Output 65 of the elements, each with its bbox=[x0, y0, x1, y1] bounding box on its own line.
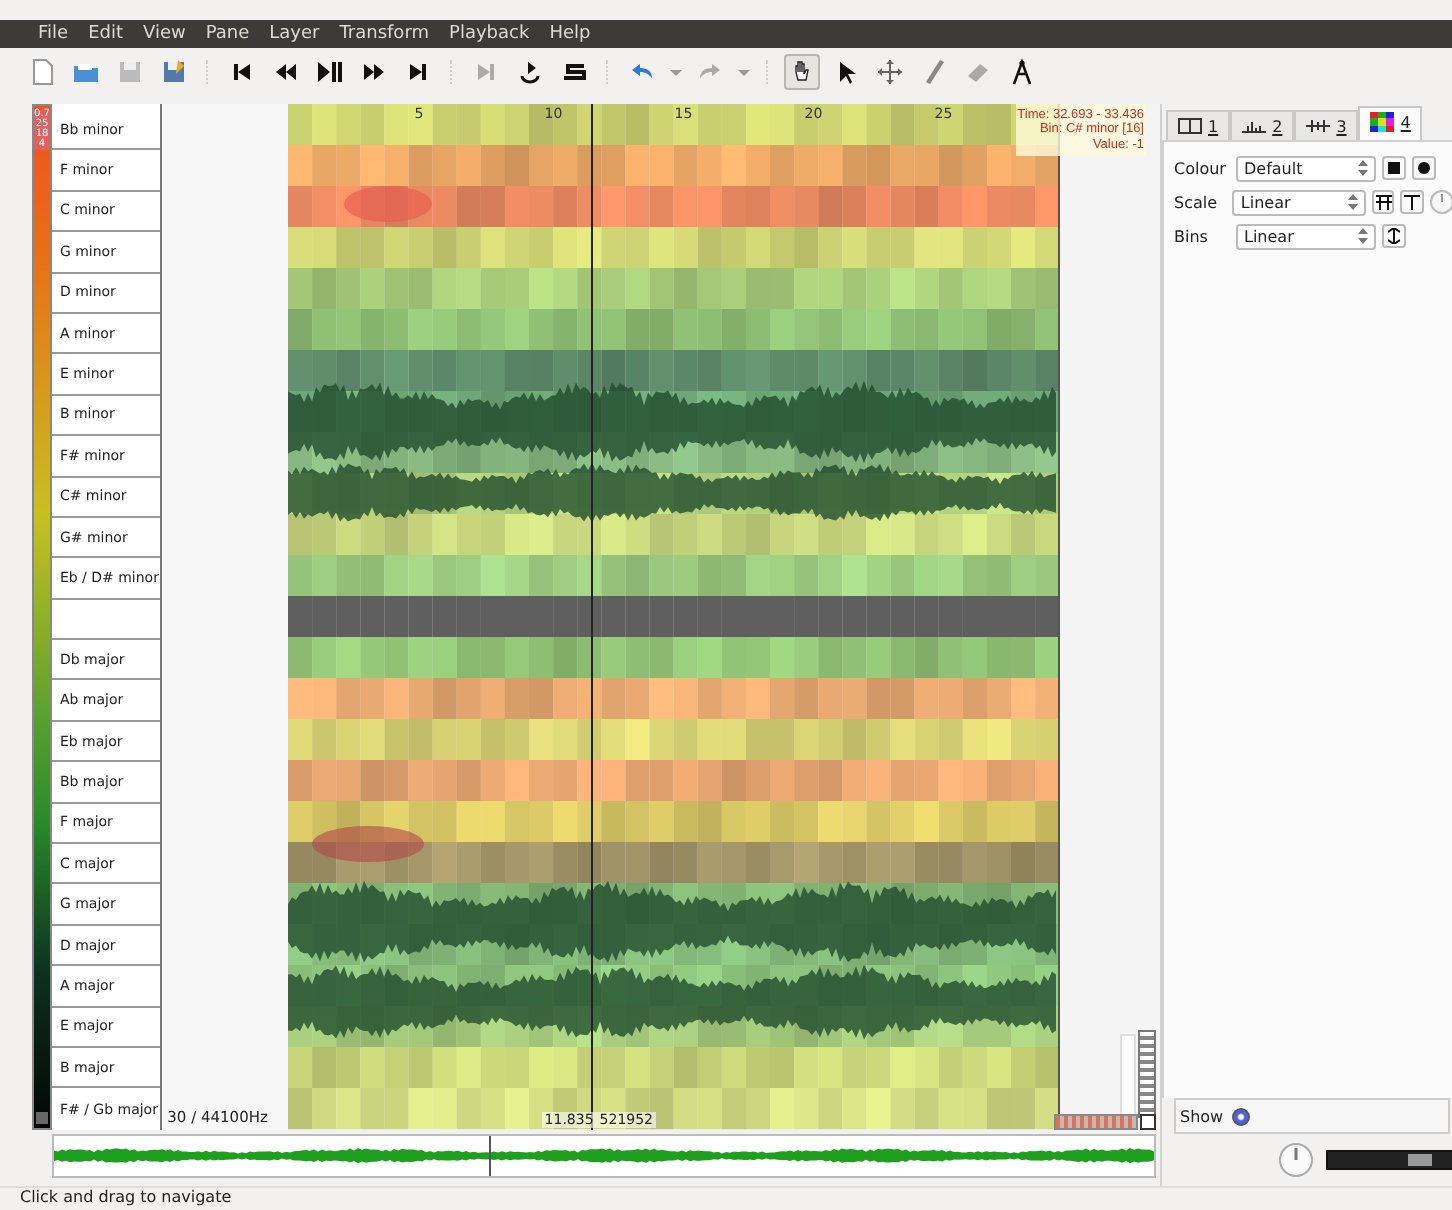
normalize-visible-button[interactable] bbox=[1400, 190, 1424, 214]
menu-item[interactable]: File bbox=[28, 24, 79, 44]
new-document-icon bbox=[28, 58, 56, 86]
caret-icon bbox=[738, 69, 750, 75]
menu-item[interactable]: Layer bbox=[259, 24, 330, 44]
invert-button[interactable] bbox=[1382, 224, 1406, 248]
normalize-button[interactable] bbox=[1371, 190, 1395, 214]
pencil-icon bbox=[920, 58, 948, 86]
menu-item[interactable]: View bbox=[133, 24, 196, 44]
square-icon bbox=[1388, 162, 1400, 174]
save-icon bbox=[116, 58, 144, 86]
move-button[interactable] bbox=[872, 54, 908, 90]
vertical-zoom-thumb[interactable] bbox=[1138, 1030, 1156, 1118]
scale-toggle-icon[interactable] bbox=[36, 1112, 48, 1124]
navigate-tool-button[interactable] bbox=[784, 54, 820, 90]
menu-item[interactable]: Playback bbox=[439, 24, 540, 44]
property-dropdown[interactable]: Default bbox=[1236, 155, 1376, 181]
skip-to-end-icon bbox=[404, 58, 432, 86]
play-selection-icon bbox=[472, 58, 500, 86]
grid-icon bbox=[1370, 112, 1395, 132]
solo-icon bbox=[560, 58, 588, 86]
skip-to-start-icon bbox=[228, 58, 256, 86]
playback-speed-slider[interactable] bbox=[1326, 1150, 1452, 1170]
vertical-arrows-icon bbox=[1388, 228, 1400, 244]
normalize-icon bbox=[1375, 194, 1392, 210]
layer-tab[interactable]: 3 bbox=[1294, 110, 1359, 140]
normalize-icon bbox=[1403, 194, 1420, 210]
zoom-reset-button[interactable] bbox=[1140, 1114, 1156, 1130]
caret-icon bbox=[670, 69, 682, 75]
dot-icon bbox=[1418, 162, 1430, 174]
layer-tab[interactable]: 2 bbox=[1230, 110, 1295, 140]
dropdown-arrows-icon bbox=[1347, 194, 1358, 210]
show-label: Show bbox=[1180, 1107, 1224, 1125]
status-text: Click and drag to navigate bbox=[20, 1188, 232, 1206]
measure-icon bbox=[1008, 58, 1036, 86]
layer-tab[interactable]: 1 bbox=[1166, 110, 1231, 140]
square-button[interactable] bbox=[1382, 156, 1406, 180]
property-dropdown[interactable]: Linear bbox=[1236, 223, 1376, 249]
fast-forward-icon bbox=[360, 58, 388, 86]
slider-thumb[interactable] bbox=[1408, 1154, 1432, 1166]
dropdown-arrows-icon bbox=[1358, 228, 1368, 244]
property-label: Colour bbox=[1174, 159, 1228, 177]
ruler-icon bbox=[1306, 116, 1331, 136]
dropdown-arrows-icon bbox=[1358, 160, 1368, 176]
menu-item[interactable]: Help bbox=[539, 24, 601, 44]
horizontal-zoom-thumb[interactable] bbox=[1054, 1114, 1138, 1130]
menu-item[interactable]: Edit bbox=[78, 24, 133, 44]
vertical-zoom-track[interactable] bbox=[1120, 1034, 1136, 1118]
save-as-icon bbox=[160, 58, 188, 86]
move-icon bbox=[876, 58, 904, 86]
eraser-icon bbox=[964, 58, 992, 86]
waveform-icon bbox=[1242, 116, 1267, 136]
menu-item[interactable]: Transform bbox=[329, 24, 440, 44]
pane-icon bbox=[1178, 116, 1202, 136]
play-pause-icon bbox=[316, 58, 344, 86]
dot-button[interactable] bbox=[1412, 156, 1436, 180]
open-folder-icon bbox=[72, 58, 100, 86]
rewind-icon bbox=[272, 58, 300, 86]
layer-tab[interactable]: 4 bbox=[1358, 106, 1423, 140]
loop-icon bbox=[516, 58, 544, 86]
property-label: Scale bbox=[1174, 193, 1220, 211]
property-dropdown[interactable]: Linear bbox=[1232, 189, 1366, 215]
property-label: Bins bbox=[1174, 227, 1210, 245]
show-toggle[interactable] bbox=[1231, 1107, 1250, 1125]
menu-item[interactable]: Pane bbox=[195, 24, 260, 44]
